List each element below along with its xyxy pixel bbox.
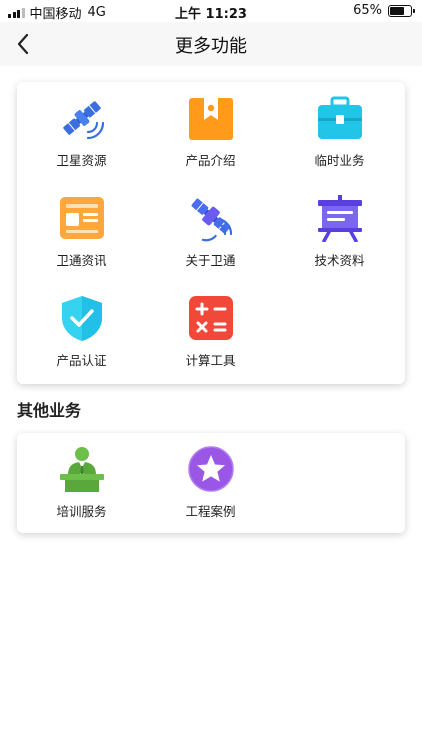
grid-item-training[interactable]: 培训服务 [17, 433, 146, 533]
grid-item-label: 计算工具 [185, 353, 236, 368]
grid-item-label: 关于卫通 [185, 253, 236, 268]
battery-icon [388, 4, 415, 17]
grid-item-label: 卫通资讯 [56, 253, 107, 268]
grid-item-label: 产品认证 [56, 353, 107, 368]
grid-item-satcom-news[interactable]: 卫通资讯 [17, 182, 146, 282]
grid-item-product-intro[interactable]: 产品介绍 [146, 82, 275, 182]
grid-item-product-cert[interactable]: 产品认证 [17, 282, 146, 382]
briefcase-icon [318, 96, 362, 139]
news-icon [60, 197, 104, 239]
grid-item-engineering-cases[interactable]: 工程案例 [146, 433, 275, 533]
status-bar: 中国移动 4G 上午 11:23 65% [0, 0, 422, 22]
grid-item-tech-docs[interactable]: 技术资料 [275, 182, 404, 282]
nav-bar: 更多功能 [0, 22, 422, 66]
other-business-card: 培训服务 工程案例 [17, 433, 405, 533]
satellite-icon [63, 101, 105, 140]
grid-item-about-satcom[interactable]: 关于卫通 [146, 182, 275, 282]
status-right: 65% [353, 3, 415, 18]
calculator-icon [189, 296, 233, 340]
grid-item-label: 工程案例 [185, 504, 236, 519]
grid-item-satellite-resources[interactable]: 卫星资源 [17, 82, 146, 182]
section-title-other: 其他业务 [17, 401, 82, 420]
trainer-icon [60, 447, 104, 492]
presentation-board-icon [318, 195, 362, 242]
grid-item-label: 产品介绍 [185, 153, 236, 168]
page-title: 更多功能 [175, 36, 247, 57]
shield-check-icon [62, 296, 102, 341]
grid-item-label: 技术资料 [314, 253, 365, 268]
star-icon [188, 446, 234, 492]
grid-item-temp-business[interactable]: 临时业务 [275, 82, 404, 182]
grid-item-label: 培训服务 [56, 504, 107, 519]
battery-percent: 65% [353, 3, 382, 18]
grid-item-label: 临时业务 [314, 153, 365, 168]
satellite-icon [191, 198, 233, 242]
grid-item-label: 卫星资源 [56, 153, 107, 168]
features-card: 卫星资源 产品介绍 临时业务 卫通资讯 关于卫通 技术资料 产品认证 计算工具 [17, 82, 405, 384]
grid-item-calc-tools[interactable]: 计算工具 [146, 282, 275, 382]
bookmark-icon [189, 98, 233, 140]
